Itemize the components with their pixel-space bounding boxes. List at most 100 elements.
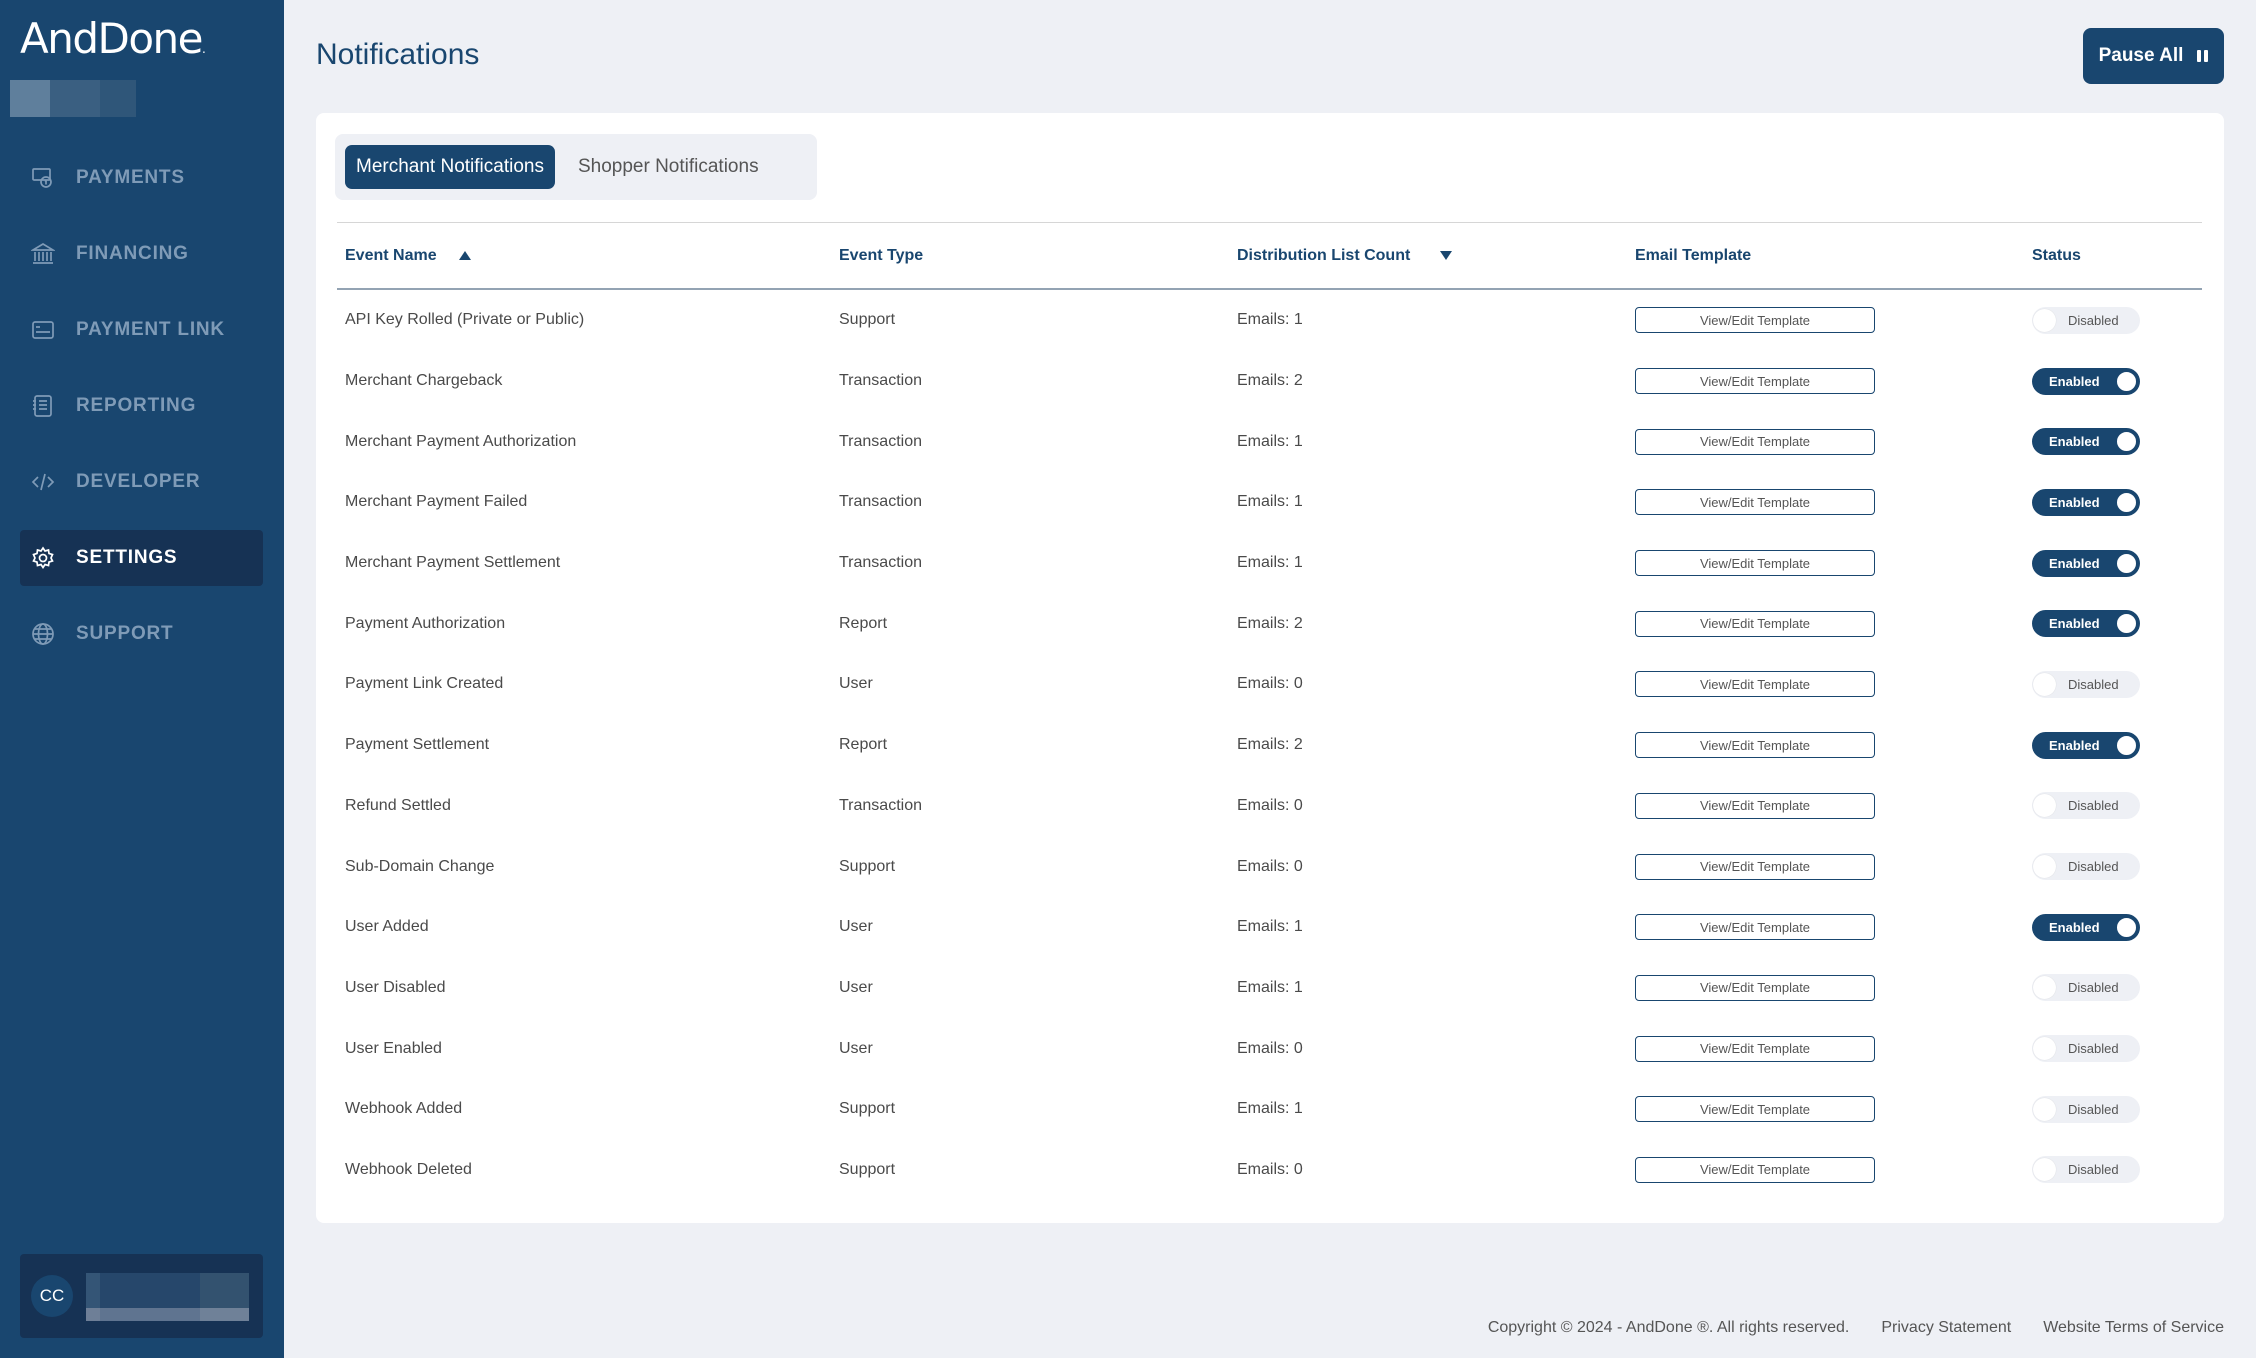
view-edit-template-button[interactable]: View/Edit Template	[1635, 914, 1875, 941]
status-toggle[interactable]: Enabled	[2032, 367, 2140, 395]
user-name-redacted	[86, 1273, 249, 1321]
status-toggle[interactable]: Disabled	[2032, 1035, 2140, 1063]
status-toggle[interactable]: Disabled	[2032, 1156, 2140, 1184]
column-header-status: Status	[2032, 247, 2202, 265]
event-name: User Added	[345, 918, 429, 936]
status-cell: Disabled	[2032, 1035, 2202, 1063]
user-profile-card[interactable]: CC	[20, 1254, 263, 1338]
event-type: Support	[839, 1100, 896, 1118]
sidebar-item-financing[interactable]: FINANCING	[20, 226, 263, 282]
status-toggle[interactable]: Enabled	[2032, 549, 2140, 577]
status-toggle[interactable]: Enabled	[2032, 913, 2140, 941]
distribution-list-count: Emails: 2	[1237, 736, 1303, 754]
status-cell: Disabled	[2032, 1156, 2202, 1184]
status-toggle[interactable]: Disabled	[2032, 670, 2140, 698]
view-edit-template-button[interactable]: View/Edit Template	[1635, 368, 1875, 395]
sort-ascending-icon[interactable]	[458, 251, 471, 260]
view-edit-template-button[interactable]: View/Edit Template	[1635, 792, 1875, 819]
sidebar-item-settings[interactable]: SETTINGS	[20, 530, 263, 586]
event-type: Transaction	[839, 432, 922, 450]
notifications-card: Merchant Notifications Shopper Notificat…	[316, 113, 2224, 1223]
distribution-list-count: Emails: 0	[1237, 1039, 1303, 1057]
status-toggle[interactable]: Disabled	[2032, 792, 2140, 820]
view-edit-template-button[interactable]: View/Edit Template	[1635, 1096, 1875, 1123]
sidebar-nav: PAYMENTS FINANCING PAYMENT LINK REPORTIN…	[20, 150, 263, 682]
event-name: Merchant Payment Authorization	[345, 432, 577, 450]
payment-link-icon	[30, 317, 56, 343]
status-cell: Enabled	[2032, 610, 2202, 638]
status-cell: Disabled	[2032, 306, 2202, 334]
sidebar: AndDone. PAYMENTS FINANCING PAYMENT LINK	[0, 0, 284, 1358]
toggle-knob	[2115, 612, 2138, 636]
table-body: API Key Rolled (Private or Public) Suppor…	[337, 290, 2202, 1200]
distribution-list-count: Emails: 0	[1237, 796, 1303, 814]
pause-all-button[interactable]: Pause All	[2083, 28, 2224, 84]
status-label: Enabled	[2049, 434, 2100, 450]
view-edit-template-button[interactable]: View/Edit Template	[1635, 307, 1875, 334]
view-edit-template-button[interactable]: View/Edit Template	[1635, 732, 1875, 759]
table-row: Webhook Deleted Support Emails: 0 View/Edit…	[337, 1140, 2202, 1201]
toggle-knob	[2115, 430, 2138, 454]
sidebar-item-developer[interactable]: DEVELOPER	[20, 454, 263, 510]
distribution-list-count: Emails: 2	[1237, 614, 1303, 632]
payments-icon	[30, 165, 56, 191]
andone-logo[interactable]: AndDone.	[20, 14, 206, 63]
status-toggle[interactable]: Disabled	[2032, 306, 2140, 334]
status-toggle[interactable]: Enabled	[2032, 731, 2140, 759]
view-edit-template-button[interactable]: View/Edit Template	[1635, 550, 1875, 577]
status-toggle[interactable]: Enabled	[2032, 428, 2140, 456]
gear-icon	[30, 545, 56, 571]
event-type: Transaction	[839, 372, 922, 390]
view-edit-template-button[interactable]: View/Edit Template	[1635, 974, 1875, 1001]
copyright-text: Copyright © 2024 - AndDone ®. All rights…	[1487, 1319, 1850, 1336]
sidebar-item-support[interactable]: SUPPORT	[20, 606, 263, 662]
email-template-cell: View/Edit Template	[1635, 1096, 2032, 1123]
column-label: Event Type	[839, 246, 924, 264]
status-label: Disabled	[2068, 1101, 2119, 1117]
view-edit-template-button[interactable]: View/Edit Template	[1635, 1156, 1875, 1183]
status-toggle[interactable]: Disabled	[2032, 1095, 2140, 1123]
status-toggle[interactable]: Enabled	[2032, 488, 2140, 516]
event-type: Report	[839, 736, 888, 754]
event-name: Merchant Chargeback	[345, 372, 503, 390]
status-toggle[interactable]: Disabled	[2032, 853, 2140, 881]
sidebar-item-payment-link[interactable]: PAYMENT LINK	[20, 302, 263, 358]
view-edit-template-button[interactable]: View/Edit Template	[1635, 853, 1875, 880]
sidebar-item-reporting[interactable]: REPORTING	[20, 378, 263, 434]
reporting-icon	[30, 393, 56, 419]
sidebar-item-label: SETTINGS	[76, 547, 178, 568]
view-edit-template-button[interactable]: View/Edit Template	[1635, 1035, 1875, 1062]
privacy-statement-link[interactable]: Privacy Statement	[1881, 1319, 2011, 1337]
pause-icon	[2197, 50, 2209, 62]
status-label: Disabled	[2068, 798, 2119, 814]
sidebar-item-payments[interactable]: PAYMENTS	[20, 150, 263, 206]
status-cell: Enabled	[2032, 913, 2202, 941]
sort-descending-icon[interactable]	[1440, 251, 1453, 260]
view-edit-template-button[interactable]: View/Edit Template	[1635, 671, 1875, 698]
distribution-list-count: Emails: 0	[1237, 857, 1303, 875]
column-header-event-name[interactable]: Event Name	[337, 247, 839, 265]
tab-shopper-notifications[interactable]: Shopper Notifications	[567, 145, 770, 189]
status-toggle[interactable]: Disabled	[2032, 974, 2140, 1002]
sidebar-item-label: SUPPORT	[76, 623, 174, 644]
column-header-event-type[interactable]: Event Type	[839, 247, 1237, 265]
status-label: Disabled	[2068, 312, 2119, 328]
status-toggle[interactable]: Enabled	[2032, 610, 2140, 638]
terms-of-service-link[interactable]: Website Terms of Service	[2043, 1319, 2224, 1337]
view-edit-template-button[interactable]: View/Edit Template	[1635, 489, 1875, 516]
view-edit-template-button[interactable]: View/Edit Template	[1635, 610, 1875, 637]
tab-merchant-notifications[interactable]: Merchant Notifications	[345, 145, 555, 189]
status-cell: Disabled	[2032, 974, 2202, 1002]
email-template-cell: View/Edit Template	[1635, 974, 2032, 1001]
notifications-table: Event Name Event Type Distribution List …	[337, 222, 2202, 1200]
column-header-distribution-list-count[interactable]: Distribution List Count	[1237, 247, 1635, 265]
email-template-cell: View/Edit Template	[1635, 792, 2032, 819]
distribution-list-count: Emails: 1	[1237, 918, 1303, 936]
table-row: Refund Settled Transaction Emails: 0 View/E…	[337, 776, 2202, 837]
status-cell: Enabled	[2032, 549, 2202, 577]
avatar: CC	[31, 1275, 73, 1317]
view-edit-template-button[interactable]: View/Edit Template	[1635, 428, 1875, 455]
distribution-list-count: Emails: 1	[1237, 1100, 1303, 1118]
email-template-cell: View/Edit Template	[1635, 610, 2032, 637]
status-label: Enabled	[2049, 919, 2100, 935]
